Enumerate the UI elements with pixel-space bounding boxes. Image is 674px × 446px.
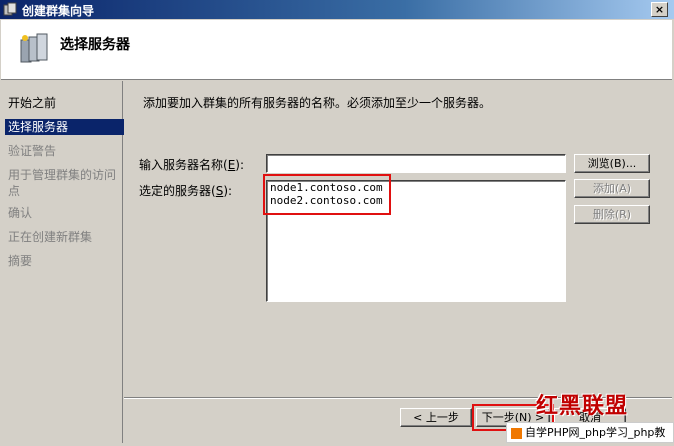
step-creating-cluster: 正在创建新群集 <box>8 230 93 244</box>
step-select-servers[interactable]: 选择服务器 <box>5 119 124 135</box>
selected-servers-label-text: 选定的服务器 <box>139 184 212 198</box>
page-title: 选择服务器 <box>60 37 130 53</box>
close-button[interactable]: × <box>651 2 668 17</box>
server-name-input[interactable] <box>266 154 566 173</box>
step-before-you-begin[interactable]: 开始之前 <box>5 95 124 111</box>
title-bar: 创建群集向导 × <box>0 0 674 19</box>
watermark-banner: 自学PHP网_php学习_php教 <box>506 422 674 443</box>
wizard-steps-sidebar: 开始之前 选择服务器 验证警告 用于管理群集的访问 点 确认 正在创建新群集 摘… <box>1 81 124 443</box>
wizard-icon <box>3 2 17 16</box>
server-name-label: 输入服务器名称(E): <box>139 158 245 172</box>
instruction-text: 添加要加入群集的所有服务器的名称。必须添加至少一个服务器。 <box>143 96 492 110</box>
step-validation-warning: 验证警告 <box>8 144 57 158</box>
step-confirmation: 确认 <box>8 206 33 220</box>
server-name-access-key: E <box>227 158 236 172</box>
watermark-logo: 红黑联盟 <box>536 393 629 419</box>
step-access-point-label: 用于管理群集的访问 <box>8 168 117 182</box>
remove-button[interactable]: 删除(R) <box>574 205 650 224</box>
step-summary: 摘要 <box>8 254 33 268</box>
watermark-banner-text: 自学PHP网_php学习_php教 <box>525 426 666 439</box>
browse-button[interactable]: 浏览(B)... <box>574 154 650 173</box>
selected-servers-access-key: S <box>215 184 224 198</box>
server-cluster-icon <box>20 33 48 63</box>
wizard-header: 选择服务器 <box>1 20 672 80</box>
step-access-point: 用于管理群集的访问 点 <box>5 167 124 199</box>
server-name-label-text: 输入服务器名称 <box>139 158 224 172</box>
add-button[interactable]: 添加(A) <box>574 179 650 198</box>
window-title: 创建群集向导 <box>22 4 95 18</box>
back-button[interactable]: < 上一步 <box>400 408 472 427</box>
php-site-icon <box>511 427 522 439</box>
step-access-point-label-cont: 点 <box>8 184 21 198</box>
highlight-box <box>263 174 391 215</box>
selected-servers-label: 选定的服务器(S): <box>139 184 233 198</box>
